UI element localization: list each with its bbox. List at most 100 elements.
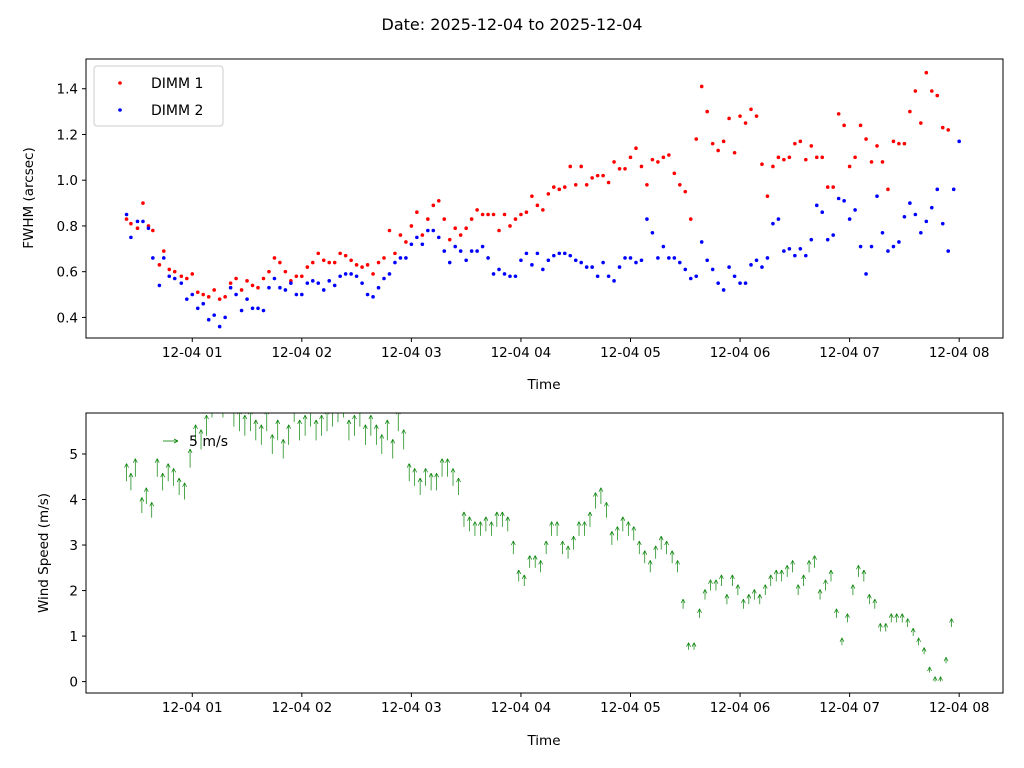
scatter-point-dimm-1	[409, 224, 414, 228]
x-tick-label: 12-04 06	[710, 345, 771, 361]
scatter-point-dimm-1	[705, 109, 709, 114]
scatter-point-dimm-2	[261, 308, 266, 313]
x-tick-label: 12-04 05	[600, 345, 661, 361]
wind-arrowhead	[215, 391, 219, 395]
figure: Date: 2025-12-04 to 2025-12-04 12-04 01 1…	[21, 15, 1004, 749]
scatter-point-dimm-2	[294, 292, 299, 297]
scatter-point-dimm-1	[699, 84, 704, 89]
scatter-point-dimm-2	[486, 256, 490, 260]
scatter-point-dimm-1	[513, 217, 518, 221]
scatter-point-dimm-1	[426, 217, 430, 221]
y-tick-label: 0.8	[57, 219, 78, 235]
scatter-point-dimm-1	[727, 116, 731, 121]
scatter-point-dimm-2	[595, 274, 600, 279]
scatter-point-dimm-1	[480, 212, 485, 217]
scatter-point-dimm-1	[793, 141, 797, 146]
scatter-point-dimm-2	[371, 295, 375, 299]
scatter-point-dimm-2	[343, 272, 348, 276]
scatter-point-dimm-2	[820, 210, 825, 215]
scatter-point-dimm-1	[354, 263, 359, 267]
scatter-point-dimm-1	[743, 121, 748, 125]
wind-speed-chart: 12-04 01 12-04 02 12-04 03 12-04 04 12-04 05…	[36, 391, 1004, 749]
scatter-point-dimm-1	[404, 240, 408, 244]
scatter-point-dimm-1	[853, 155, 857, 160]
quiver-key: 5 m/s	[163, 434, 228, 450]
scatter-point-dimm-1	[212, 288, 216, 292]
scatter-point-dimm-1	[338, 251, 342, 256]
scatter-point-dimm-2	[129, 235, 133, 240]
legend-marker-dimm-2	[118, 108, 122, 112]
scatter-point-dimm-2	[234, 292, 238, 297]
scatter-point-dimm-1	[420, 233, 425, 237]
scatter-point-dimm-2	[628, 256, 633, 260]
scatter-point-dimm-2	[519, 258, 523, 263]
scatter-point-dimm-2	[935, 187, 940, 192]
scatter-point-dimm-1	[267, 269, 271, 274]
scatter-point-dimm-1	[809, 144, 814, 148]
scatter-point-dimm-2	[453, 244, 458, 249]
y-tick-label: 1.4	[57, 82, 78, 98]
scatter-point-dimm-1	[475, 208, 479, 212]
scatter-point-dimm-2	[206, 317, 211, 322]
y-tick-label: 3	[69, 538, 78, 554]
scatter-point-dimm-1	[234, 276, 238, 281]
quiver-key-label: 5 m/s	[189, 434, 228, 450]
scatter-point-dimm-1	[760, 162, 764, 166]
scatter-point-dimm-2	[946, 249, 951, 253]
scatter-point-dimm-2	[250, 306, 255, 311]
scatter-point-dimm-1	[398, 233, 403, 237]
scatter-point-dimm-1	[886, 187, 890, 192]
scatter-point-dimm-1	[935, 93, 940, 98]
scatter-point-dimm-1	[579, 164, 584, 169]
scatter-point-dimm-1	[634, 146, 638, 150]
scatter-point-dimm-2	[678, 260, 682, 265]
scatter-point-dimm-2	[568, 253, 573, 258]
scatter-point-dimm-2	[508, 274, 512, 279]
x-tick-label: 12-04 01	[162, 345, 223, 361]
legend: DIMM 1 DIMM 2	[93, 65, 224, 127]
scatter-point-dimm-2	[420, 242, 425, 247]
legend-marker-dimm-1	[118, 81, 122, 85]
scatter-point-dimm-2	[847, 217, 852, 221]
scatter-point-dimm-1	[776, 155, 781, 160]
scatter-point-dimm-1	[442, 217, 447, 221]
wind-arrowhead	[226, 391, 230, 395]
scatter-point-dimm-1	[272, 256, 277, 260]
scatter-point-dimm-1	[683, 189, 688, 194]
scatter-point-dimm-1	[535, 203, 540, 208]
x-axis-ticks: 12-04 01 12-04 02 12-04 03 12-04 04 12-04 05…	[162, 693, 990, 716]
scatter-point-dimm-2	[502, 272, 507, 276]
scatter-point-dimm-1	[486, 212, 490, 217]
scatter-point-dimm-2	[415, 235, 419, 240]
scatter-point-dimm-2	[562, 251, 567, 256]
plot-frame	[85, 412, 1004, 694]
scatter-point-dimm-1	[167, 267, 172, 272]
scatter-point-dimm-2	[283, 288, 288, 292]
x-tick-label: 12-04 03	[381, 700, 442, 716]
scatter-point-dimm-2	[650, 231, 655, 235]
scatter-point-dimm-1	[825, 185, 830, 189]
scatter-point-dimm-1	[294, 274, 299, 279]
figure-title: Date: 2025-12-04 to 2025-12-04	[382, 15, 643, 34]
y-tick-label: 5	[69, 447, 78, 463]
scatter-point-dimm-1	[847, 164, 852, 169]
scatter-point-dimm-1	[814, 155, 819, 160]
scatter-point-dimm-2	[426, 228, 430, 233]
scatter-point-dimm-2	[683, 267, 688, 272]
scatter-point-dimm-2	[908, 201, 912, 205]
scatter-point-dimm-2	[135, 219, 140, 224]
scatter-point-dimm-2	[929, 205, 934, 210]
scatter-point-dimm-2	[179, 281, 184, 285]
scatter-point-dimm-1	[765, 194, 770, 199]
scatter-point-dimm-1	[891, 139, 896, 144]
scatter-point-dimm-2	[606, 274, 611, 279]
scatter-point-dimm-1	[376, 260, 381, 265]
scatter-point-dimm-2	[579, 260, 584, 265]
legend-label-dimm-1: DIMM 1	[151, 76, 203, 92]
scatter-point-dimm-1	[831, 185, 835, 189]
scatter-point-dimm-1	[519, 212, 523, 217]
scatter-point-dimm-1	[310, 260, 315, 265]
scatter-point-dimm-2	[623, 256, 627, 260]
scatter-point-dimm-1	[869, 160, 874, 164]
scatter-point-dimm-2	[940, 221, 945, 226]
